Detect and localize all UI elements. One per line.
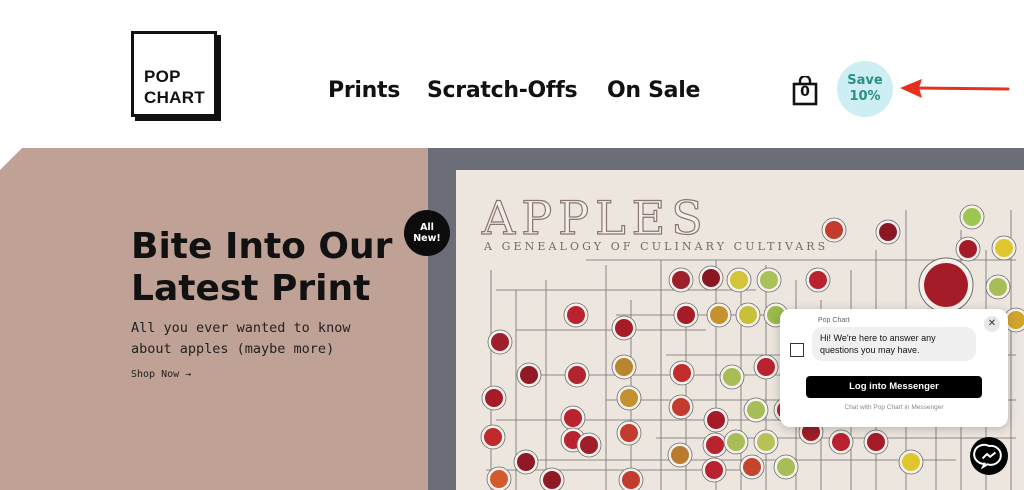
messenger-login-button[interactable]: Log into Messenger: [806, 376, 982, 398]
hero-corner-cut: [0, 148, 22, 170]
messenger-icon: [973, 443, 1002, 470]
new-badge-line1: All: [420, 222, 434, 233]
chat-message: Hi! We're here to answer any questions y…: [812, 327, 976, 361]
save-badge-line1: Save: [847, 73, 883, 88]
pop-chart-logo[interactable]: POP CHART: [131, 31, 217, 117]
hero-subtitle-line1: All you ever wanted to know: [131, 320, 351, 336]
messenger-launcher[interactable]: [970, 437, 1008, 475]
poster-subtitle: A GENEALOGY OF CULINARY CULTIVARS: [484, 240, 829, 253]
logo-text: POP CHART: [144, 66, 205, 108]
hero-title-line1: Bite Into Our: [131, 226, 393, 267]
cart-count: 0: [800, 84, 810, 100]
chat-avatar-icon: [790, 343, 804, 357]
hero-subtitle: All you ever wanted to know about apples…: [131, 318, 350, 360]
save-badge-line2: 10%: [849, 89, 881, 104]
shop-now-link[interactable]: Shop Now →: [131, 369, 191, 380]
cart-button[interactable]: 0: [792, 74, 818, 106]
nav-prints[interactable]: Prints: [328, 78, 400, 103]
hero-title: Bite Into Our Latest Print: [131, 226, 392, 310]
messenger-chat-panel: Pop Chart ✕ Hi! We're here to answer any…: [780, 309, 1008, 427]
hero-title-line2: Latest Print: [131, 268, 371, 309]
nav-scratch-offs[interactable]: Scratch-Offs: [427, 78, 578, 103]
hero-subtitle-line2: about apples (maybe more): [131, 341, 335, 357]
logo-line2: CHART: [144, 88, 205, 107]
all-new-badge: All New!: [404, 210, 450, 256]
chat-footer: Chat with Pop Chart in Messenger: [844, 404, 944, 411]
poster-title: APPLES: [481, 191, 709, 245]
save-10-badge[interactable]: Save 10%: [837, 61, 893, 117]
logo-line1: POP: [144, 67, 181, 86]
close-icon[interactable]: ✕: [984, 316, 1000, 332]
nav-on-sale[interactable]: On Sale: [607, 78, 700, 103]
arrow-icon: [900, 79, 1010, 98]
chat-brand: Pop Chart: [818, 317, 850, 324]
new-badge-line2: New!: [413, 233, 441, 244]
